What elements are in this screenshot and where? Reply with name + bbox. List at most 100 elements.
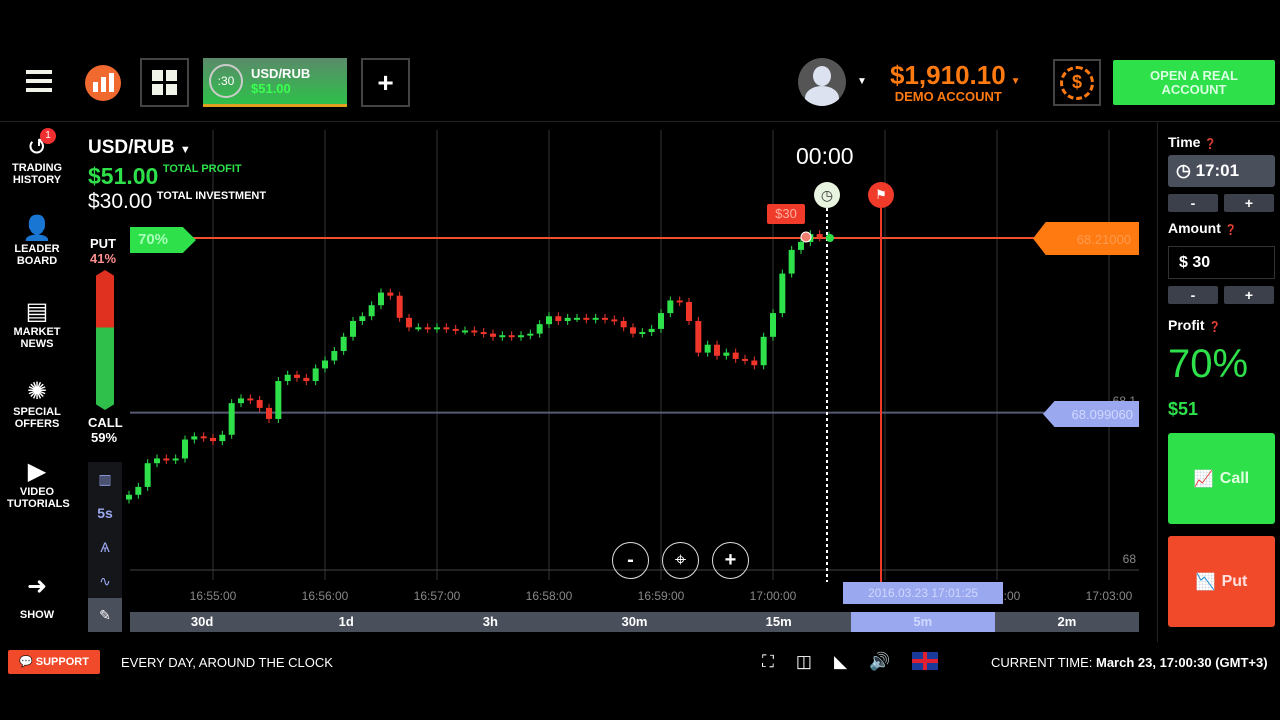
footer-tagline: EVERY DAY, AROUND THE CLOCK xyxy=(121,655,333,670)
total-profit-label: TOTAL PROFIT xyxy=(162,163,242,175)
center-chart-button[interactable]: ⌖ xyxy=(662,542,699,579)
timeframe-30d[interactable]: 30d xyxy=(130,612,274,632)
candle xyxy=(667,300,674,314)
expiry-countdown: 00:00 xyxy=(796,143,854,169)
help-icon[interactable]: ❓ xyxy=(1208,322,1220,333)
zoom-in-button[interactable]: + xyxy=(712,542,749,579)
candle xyxy=(751,360,758,366)
clock-icon: ◷ xyxy=(1176,161,1191,180)
theme-icon[interactable]: ◣ xyxy=(834,652,847,672)
timeframe-5m[interactable]: 5m xyxy=(850,612,995,632)
candle xyxy=(256,400,263,408)
candle xyxy=(368,305,375,317)
total-profit-value: $51.00 xyxy=(88,163,159,189)
time-plus-button[interactable]: + xyxy=(1224,194,1274,212)
asset-selector[interactable]: USD/RUB ▼ xyxy=(88,137,266,159)
chart-up-icon: 📈 xyxy=(1193,470,1214,488)
candle xyxy=(331,351,338,361)
current-price-tag: 68.099060 xyxy=(1043,401,1139,427)
candle xyxy=(462,330,468,333)
zoom-out-button[interactable]: - xyxy=(612,542,649,579)
candle xyxy=(639,332,646,335)
candle xyxy=(396,295,403,318)
trade-entry-point xyxy=(800,231,812,243)
footer-icons: ⛶ ◫ ◣ 🔊 xyxy=(762,652,939,672)
candle xyxy=(704,344,711,353)
candle xyxy=(760,336,767,366)
candle xyxy=(275,381,282,419)
candle xyxy=(452,328,459,331)
candle xyxy=(602,317,608,320)
candle xyxy=(499,335,506,338)
candle xyxy=(182,439,188,459)
help-icon[interactable]: ❓ xyxy=(1204,139,1216,150)
candle xyxy=(583,317,590,320)
fullscreen-icon[interactable]: ⛶ xyxy=(762,652,774,672)
total-investment-value: $30.00 xyxy=(88,190,153,213)
timeframe-30m[interactable]: 30m xyxy=(562,612,706,632)
timeframe-2m[interactable]: 2m xyxy=(995,612,1139,632)
time-input[interactable]: ◷ 17:01 xyxy=(1168,155,1275,187)
candle xyxy=(228,403,235,435)
candle xyxy=(191,436,198,440)
candle xyxy=(732,352,739,359)
candle-interval-button[interactable]: 5s xyxy=(88,496,122,530)
candle xyxy=(471,330,478,333)
total-investment-label: TOTAL INVESTMENT xyxy=(156,190,267,202)
candle xyxy=(658,313,664,329)
x-tick-label: 16:59:00 xyxy=(638,589,685,603)
chevron-down-icon: ▼ xyxy=(179,144,191,156)
call-button[interactable]: 📈 Call xyxy=(1168,433,1275,524)
time-minus-button[interactable]: - xyxy=(1168,194,1218,212)
strike-price-tag: 68.21000 xyxy=(1033,222,1139,255)
indicators-icon[interactable]: ∿ xyxy=(88,564,122,598)
put-button[interactable]: 📉 Put xyxy=(1168,536,1275,627)
timeframe-15m[interactable]: 15m xyxy=(707,612,851,632)
chart-type-icon[interactable]: ▥ xyxy=(88,462,122,496)
amount-plus-button[interactable]: + xyxy=(1224,286,1274,304)
help-icon[interactable]: ❓ xyxy=(1225,225,1237,236)
candle xyxy=(322,360,328,369)
candle xyxy=(788,249,795,274)
chart-header: USD/RUB ▼ $51.00 TOTAL PROFIT $30.00 TOT… xyxy=(88,137,266,214)
current-time: CURRENT TIME: March 23, 17:00:30 (GMT+3) xyxy=(991,655,1268,670)
candle xyxy=(798,242,804,250)
candle xyxy=(378,292,384,306)
right-panel: Time ❓ ◷ 17:01 - + Amount ❓ $ 30 - + Pro… xyxy=(1157,122,1280,642)
candle xyxy=(126,494,132,500)
candle xyxy=(443,327,450,330)
sound-icon[interactable]: 🔊 xyxy=(869,652,890,672)
candle xyxy=(424,327,431,330)
candle xyxy=(359,316,366,321)
chat-icon: 💬 xyxy=(19,656,33,668)
candle xyxy=(406,317,412,328)
timeframe-bar: 30d 1d 3h 30m 15m 5m 2m xyxy=(130,612,1139,632)
candle xyxy=(816,234,823,238)
candle xyxy=(518,335,524,338)
drawing-tool-icon[interactable]: Ѧ xyxy=(88,530,122,564)
support-button[interactable]: 💬 SUPPORT xyxy=(8,650,100,674)
candle xyxy=(508,335,515,338)
put-sentiment: PUT 41% xyxy=(90,236,117,266)
candle xyxy=(172,458,179,461)
candle xyxy=(564,317,571,321)
candle xyxy=(620,321,627,328)
pencil-icon[interactable]: ✎ xyxy=(88,598,122,632)
candle xyxy=(676,300,683,303)
candle xyxy=(555,316,562,321)
hover-date-tag: 2016.03.23 17:01:25 xyxy=(843,582,1003,604)
candle xyxy=(770,313,776,337)
timeframe-1d[interactable]: 1d xyxy=(274,612,418,632)
candle xyxy=(779,273,786,314)
amount-minus-button[interactable]: - xyxy=(1168,286,1218,304)
amount-input[interactable]: $ 30 xyxy=(1168,246,1275,279)
x-tick-label: 16:55:00 xyxy=(190,589,237,603)
timeframe-3h[interactable]: 3h xyxy=(418,612,562,632)
candle xyxy=(294,374,300,378)
candle xyxy=(266,407,272,419)
x-tick-label: 16:57:00 xyxy=(414,589,461,603)
profit-value: $51 xyxy=(1168,399,1199,419)
uk-flag-icon[interactable] xyxy=(912,652,939,670)
sentiment-bar xyxy=(96,270,114,410)
layout-icon[interactable]: ◫ xyxy=(796,652,812,672)
